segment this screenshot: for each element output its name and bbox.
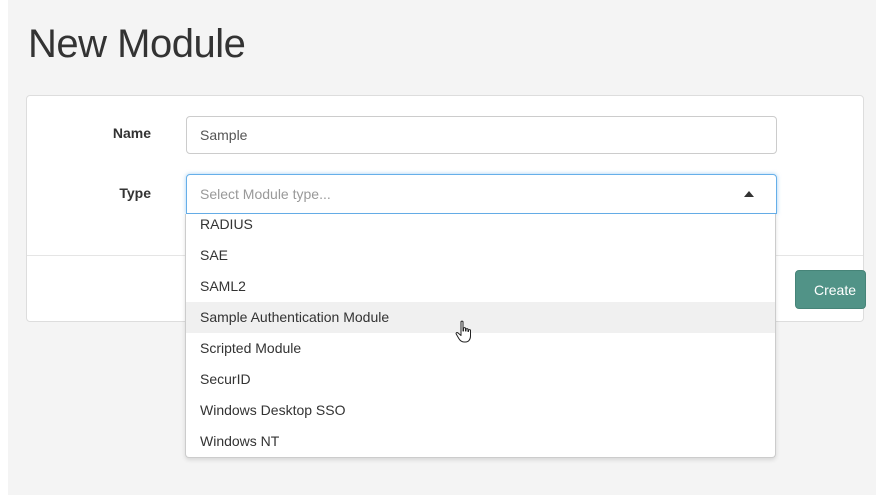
type-label: Type: [119, 185, 151, 201]
page-title: New Module: [28, 22, 246, 66]
caret-up-icon[interactable]: [744, 191, 754, 197]
dropdown-item-sample-authentication-module[interactable]: Sample Authentication Module: [186, 302, 775, 333]
dropdown-item-windows-nt[interactable]: Windows NT: [186, 426, 775, 457]
dropdown-item-saml2[interactable]: SAML2: [186, 271, 775, 302]
module-type-dropdown: RADIUS SAE SAML2 Sample Authentication M…: [185, 214, 776, 458]
hand-cursor-icon: [455, 320, 471, 343]
dropdown-item-windows-desktop-sso[interactable]: Windows Desktop SSO: [186, 395, 775, 426]
module-type-select[interactable]: Select Module type...: [186, 174, 777, 214]
dropdown-item-scripted-module[interactable]: Scripted Module: [186, 333, 775, 364]
dropdown-item-securid[interactable]: SecurID: [186, 364, 775, 395]
select-placeholder: Select Module type...: [200, 186, 331, 202]
dropdown-item-radius[interactable]: RADIUS: [186, 214, 775, 240]
name-label: Name: [112, 125, 151, 141]
dropdown-item-sae[interactable]: SAE: [186, 240, 775, 271]
name-input[interactable]: [186, 116, 777, 154]
create-button[interactable]: Create: [795, 270, 866, 309]
